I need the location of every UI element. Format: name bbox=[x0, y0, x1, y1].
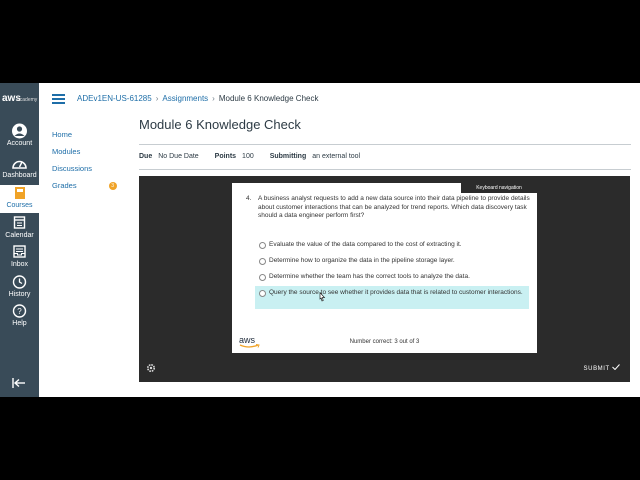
dashboard-icon bbox=[12, 160, 27, 169]
nav-dashboard-label: Dashboard bbox=[2, 172, 37, 179]
points-label: Points bbox=[214, 153, 237, 160]
due-label: Due bbox=[139, 153, 153, 160]
svg-text:?: ? bbox=[17, 307, 22, 316]
points-group: Points 100 bbox=[215, 153, 254, 160]
check-icon bbox=[612, 364, 620, 371]
score-text: Number correct: 3 out of 3 bbox=[349, 339, 420, 345]
inbox-icon bbox=[13, 245, 26, 258]
history-icon bbox=[12, 275, 27, 289]
submitting-label: Submitting bbox=[269, 153, 307, 160]
hamburger-menu-icon[interactable] bbox=[52, 94, 65, 104]
breadcrumb-separator: › bbox=[212, 94, 215, 103]
question-number: 4. bbox=[246, 195, 252, 202]
collapse-nav-icon[interactable] bbox=[11, 377, 27, 389]
nav-inbox[interactable]: Inbox bbox=[0, 244, 39, 272]
answer-option[interactable]: Evaluate the value of the data compared … bbox=[255, 241, 529, 249]
grades-badge: 3 bbox=[108, 182, 117, 191]
external-tool-frame: Keyboard navigation 4. A business analys… bbox=[139, 176, 630, 382]
nav-help-label: Help bbox=[12, 320, 27, 327]
nav-account[interactable]: Account bbox=[0, 123, 39, 151]
quiz-card: Keyboard navigation 4. A business analys… bbox=[232, 183, 537, 353]
nav-calendar[interactable]: Calendar bbox=[0, 215, 39, 243]
nav-history-label: History bbox=[8, 291, 31, 298]
course-nav-grades-label: Grades bbox=[52, 181, 77, 190]
nav-history[interactable]: History bbox=[0, 274, 39, 302]
answer-option[interactable]: Determine how to organize the data in th… bbox=[255, 257, 529, 265]
submit-button[interactable]: SUBMIT bbox=[584, 364, 620, 372]
page-header: ADEv1EN-US-61285 › Assignments › Module 6 Kn… bbox=[39, 83, 640, 116]
due-value: No Due Date bbox=[158, 153, 199, 160]
nav-inbox-label: Inbox bbox=[10, 261, 29, 268]
breadcrumb-current: Module 6 Knowledge Check bbox=[218, 94, 319, 103]
nav-courses[interactable]: Courses bbox=[0, 185, 39, 213]
breadcrumb-course[interactable]: ADEv1EN-US-61285 bbox=[77, 94, 152, 103]
course-nav-home[interactable]: Home bbox=[52, 130, 132, 147]
answer-option[interactable]: Determine whether the team has the corre… bbox=[255, 273, 529, 281]
answer-option-text: Determine how to organize the data in th… bbox=[269, 257, 455, 264]
courses-icon bbox=[15, 187, 25, 199]
radio-button[interactable] bbox=[259, 242, 266, 249]
course-nav: Home Modules Discussions Grades 3 bbox=[52, 130, 132, 198]
nav-dashboard[interactable]: Dashboard bbox=[0, 155, 39, 183]
keyboard-navigation-button[interactable]: Keyboard navigation bbox=[461, 183, 537, 193]
answer-option-selected[interactable]: Query the source to see whether it provi… bbox=[255, 286, 529, 309]
submitting-group: Submitting an external tool bbox=[270, 153, 360, 160]
course-nav-modules[interactable]: Modules bbox=[52, 147, 132, 164]
help-icon: ? bbox=[12, 304, 27, 318]
answer-option-text: Query the source to see whether it provi… bbox=[269, 289, 523, 296]
global-nav: aws academy Account Dashboard Courses Ca… bbox=[0, 83, 39, 397]
nav-account-label: Account bbox=[6, 140, 33, 147]
mouse-pointer-icon bbox=[319, 292, 326, 302]
logo-subtext: academy bbox=[17, 97, 38, 103]
points-value: 100 bbox=[242, 153, 254, 160]
calendar-icon bbox=[13, 216, 26, 229]
radio-button[interactable] bbox=[259, 258, 266, 265]
due-group: Due No Due Date bbox=[139, 153, 199, 160]
submitting-value: an external tool bbox=[312, 153, 361, 160]
radio-button[interactable] bbox=[259, 274, 266, 281]
browser-viewport: aws academy Account Dashboard Courses Ca… bbox=[0, 83, 640, 397]
course-nav-discussions[interactable]: Discussions bbox=[52, 164, 132, 181]
submit-label: SUBMIT bbox=[583, 366, 610, 372]
answer-option-text: Evaluate the value of the data compared … bbox=[269, 241, 462, 248]
aws-academy-logo[interactable]: aws academy bbox=[0, 91, 39, 111]
nav-courses-label: Courses bbox=[6, 202, 33, 209]
assignment-details: Due No Due Date Points 100 Submitting an ex… bbox=[139, 144, 631, 170]
page-title: Module 6 Knowledge Check bbox=[139, 117, 301, 132]
nav-help[interactable]: ? Help bbox=[0, 303, 39, 331]
breadcrumb: ADEv1EN-US-61285 › Assignments › Module 6 Kn… bbox=[77, 94, 318, 103]
course-nav-grades[interactable]: Grades 3 bbox=[52, 181, 132, 198]
radio-button[interactable] bbox=[259, 290, 266, 297]
breadcrumb-assignments[interactable]: Assignments bbox=[162, 94, 208, 103]
gear-icon[interactable] bbox=[146, 363, 156, 373]
answer-option-text: Determine whether the team has the corre… bbox=[269, 273, 470, 280]
question-text: A business analyst requests to add a new… bbox=[258, 195, 530, 219]
breadcrumb-separator: › bbox=[155, 94, 159, 103]
nav-calendar-label: Calendar bbox=[5, 232, 34, 239]
account-icon bbox=[12, 123, 27, 139]
